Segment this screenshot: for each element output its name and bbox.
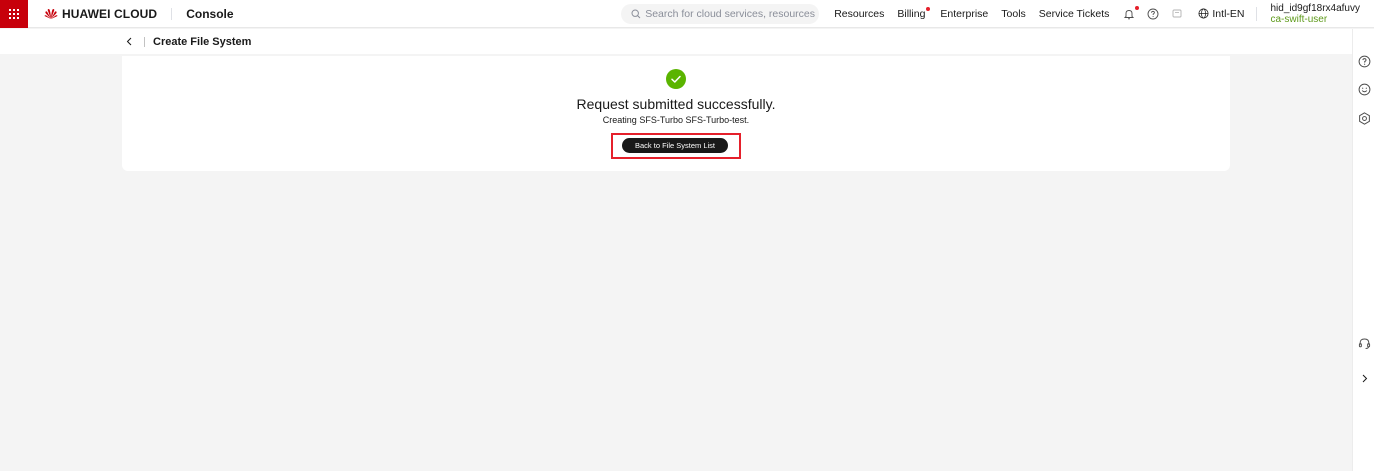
chevron-right-icon (1362, 374, 1367, 382)
bell-icon (1124, 9, 1135, 19)
rail-expand-button[interactable] (1357, 371, 1371, 385)
search-input[interactable] (645, 7, 816, 20)
notification-dot (1135, 5, 1140, 10)
user-id: hid_id9gf18rx4afuvy (1270, 2, 1360, 14)
highlight-box: Back to File System List (610, 133, 742, 159)
help-icon (1358, 55, 1370, 67)
huawei-logo-icon (44, 8, 58, 19)
nav-billing[interactable]: Billing (897, 6, 931, 20)
help-button[interactable] (1146, 7, 1160, 21)
user-name: ca-swift-user (1270, 13, 1328, 25)
nav-divider (171, 7, 173, 20)
service-menu-button[interactable] (0, 0, 28, 28)
brand-logo-link[interactable]: HUAWEI CLOUD (44, 0, 157, 28)
page-title: Create File System (153, 35, 252, 48)
header-divider (144, 36, 145, 47)
check-circle-icon (666, 69, 686, 89)
nav-enterprise[interactable]: Enterprise (940, 8, 988, 20)
language-selector[interactable]: Intl-EN (1198, 8, 1244, 20)
right-floating-rail (1352, 29, 1374, 471)
nav-tools[interactable]: Tools (1001, 8, 1026, 20)
back-to-file-system-list-button[interactable]: Back to File System List (621, 138, 729, 153)
settings-icon (1358, 111, 1370, 125)
result-card: Request submitted successfully. Creating… (122, 56, 1230, 171)
grid-icon (9, 8, 19, 19)
language-label: Intl-EN (1212, 7, 1245, 20)
rail-help-button[interactable] (1357, 54, 1371, 68)
console-link[interactable]: Console (186, 7, 233, 21)
globe-icon (1198, 8, 1209, 19)
search-icon (631, 8, 641, 18)
rail-support-button[interactable] (1357, 336, 1371, 350)
top-navigation-bar: HUAWEI CLOUD Console Resources Billing E… (0, 0, 1374, 28)
user-divider (1256, 6, 1258, 21)
notification-dot (926, 6, 931, 11)
nav-billing-label: Billing (897, 7, 926, 20)
result-description: Creating SFS-Turbo SFS-Turbo-test. (602, 115, 750, 125)
messages-button[interactable] (1170, 7, 1184, 21)
help-icon (1147, 8, 1159, 19)
headset-icon (1358, 337, 1370, 349)
back-button[interactable] (122, 35, 136, 49)
page-header: Create File System (0, 29, 1352, 54)
smile-icon (1358, 83, 1370, 95)
brand-name: HUAWEI CLOUD (62, 6, 158, 21)
user-account-menu[interactable]: hid_id9gf18rx4afuvy ca-swift-user (1270, 3, 1360, 25)
rail-settings-button[interactable] (1357, 111, 1371, 125)
nav-service-tickets[interactable]: Service Tickets (1039, 8, 1110, 20)
rail-feedback-button[interactable] (1357, 82, 1371, 96)
result-title: Request submitted successfully. (576, 96, 776, 112)
global-search[interactable] (621, 3, 820, 24)
message-icon (1172, 9, 1182, 17)
notifications-button[interactable] (1122, 5, 1140, 21)
nav-resources[interactable]: Resources (834, 8, 884, 20)
chevron-left-icon (126, 37, 131, 46)
